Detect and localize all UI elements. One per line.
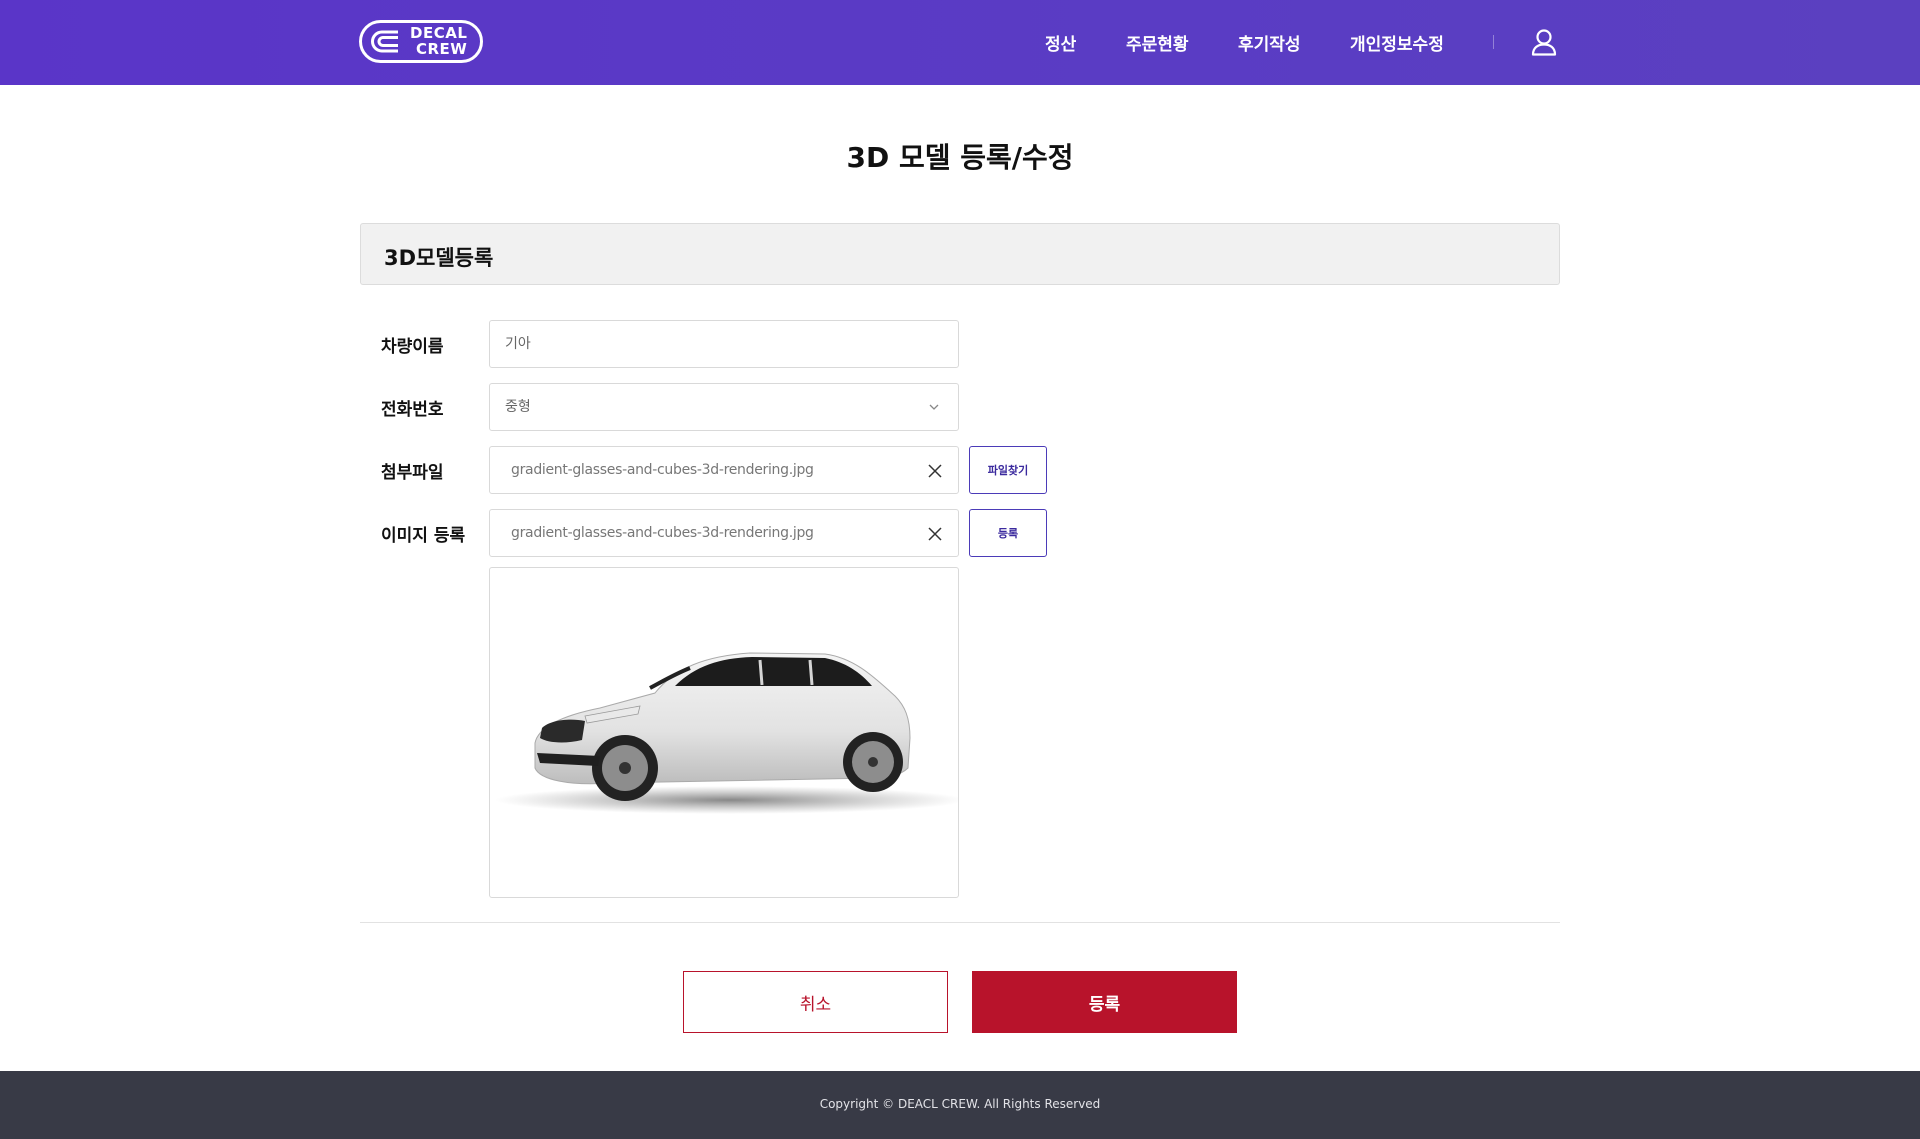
phone-select[interactable]: 중형: [489, 383, 959, 431]
nav-divider: [1493, 35, 1494, 49]
nav-write-review[interactable]: 후기작성: [1238, 30, 1301, 55]
logo-text: DECAL CREW: [410, 25, 467, 57]
nav-edit-profile[interactable]: 개인정보수정: [1350, 30, 1444, 55]
image-register-button[interactable]: 등록: [969, 509, 1047, 557]
submit-button[interactable]: 등록: [972, 971, 1237, 1033]
logo-line-2: CREW: [416, 40, 468, 58]
car-image: [495, 652, 958, 814]
vehicle-name-input[interactable]: [505, 321, 905, 367]
section-title: 3D모델등록: [384, 246, 494, 270]
image-filename: gradient-glasses-and-cubes-3d-rendering.…: [511, 525, 814, 541]
attachment-filename: gradient-glasses-and-cubes-3d-rendering.…: [511, 462, 814, 478]
logo-c-mark-icon: [371, 30, 398, 53]
chevron-down-icon: [929, 404, 939, 410]
top-header: DECAL CREW 정산 주문현황 후기작성 개인정보수정: [0, 0, 1920, 85]
user-icon[interactable]: [1531, 28, 1557, 56]
image-register-label: 이미지 등록: [381, 526, 466, 546]
attachment-field[interactable]: gradient-glasses-and-cubes-3d-rendering.…: [489, 446, 959, 494]
copyright-text: Copyright © DEACL CREW. All Rights Reser…: [819, 1097, 1101, 1111]
form-divider: [360, 922, 1560, 923]
decal-crew-logo[interactable]: DECAL CREW: [359, 20, 483, 63]
nav-order-status[interactable]: 주문현황: [1126, 30, 1189, 55]
logo-line-1: DECAL: [410, 24, 468, 42]
image-field[interactable]: gradient-glasses-and-cubes-3d-rendering.…: [489, 509, 959, 557]
cancel-button[interactable]: 취소: [683, 971, 948, 1033]
section-header: 3D모델등록: [360, 223, 1560, 285]
find-file-button[interactable]: 파일찾기: [969, 446, 1047, 494]
nav-settlement[interactable]: 정산: [1045, 30, 1076, 55]
image-preview: [489, 567, 959, 898]
clear-attachment-close-icon[interactable]: [926, 462, 944, 480]
attachment-label: 첨부파일: [381, 463, 444, 483]
clear-image-close-icon[interactable]: [926, 525, 944, 543]
phone-label: 전화번호: [381, 400, 444, 420]
phone-select-value: 중형: [505, 399, 531, 415]
footer: Copyright © DEACL CREW. All Rights Reser…: [0, 1071, 1920, 1139]
page-title: 3D 모델 등록/수정: [846, 141, 1074, 174]
vehicle-name-label: 차량이름: [381, 337, 444, 357]
vehicle-name-field[interactable]: [489, 320, 959, 368]
